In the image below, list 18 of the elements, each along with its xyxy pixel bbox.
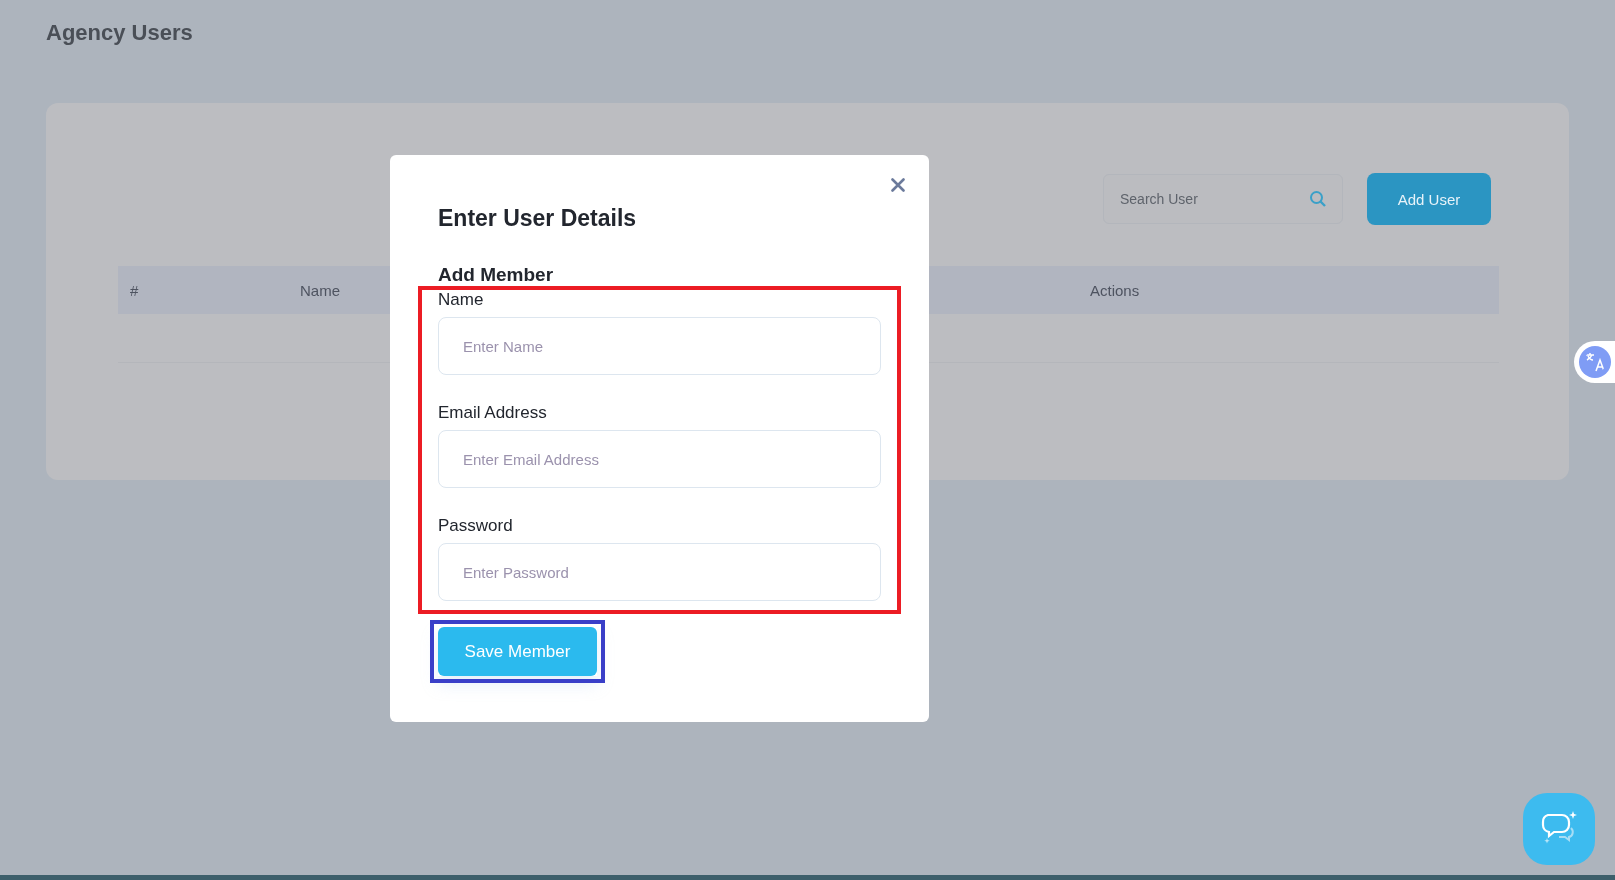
- input-field[interactable]: Enter Email Address: [438, 430, 881, 488]
- search-icon: [1309, 190, 1327, 208]
- field-label: Email Address: [438, 403, 548, 423]
- input-field[interactable]: Enter Password: [438, 543, 881, 601]
- field-label: Password: [438, 516, 514, 536]
- modal-title: Enter User Details: [438, 205, 638, 232]
- field-label: Name: [438, 290, 485, 310]
- save-button[interactable]: Save Member: [438, 627, 597, 676]
- add-user-button[interactable]: Add User: [1367, 173, 1491, 225]
- section-heading: Add Member: [438, 264, 555, 286]
- input-field[interactable]: Enter Name: [438, 317, 881, 375]
- translate-icon: [1579, 346, 1611, 378]
- close-icon[interactable]: [891, 178, 905, 192]
- column-header: #: [129, 281, 140, 299]
- column-header: Actions: [1090, 281, 1140, 299]
- search-field[interactable]: Search User: [1103, 174, 1343, 224]
- chat-button[interactable]: [1523, 793, 1595, 865]
- page-title: Agency Users: [46, 20, 194, 46]
